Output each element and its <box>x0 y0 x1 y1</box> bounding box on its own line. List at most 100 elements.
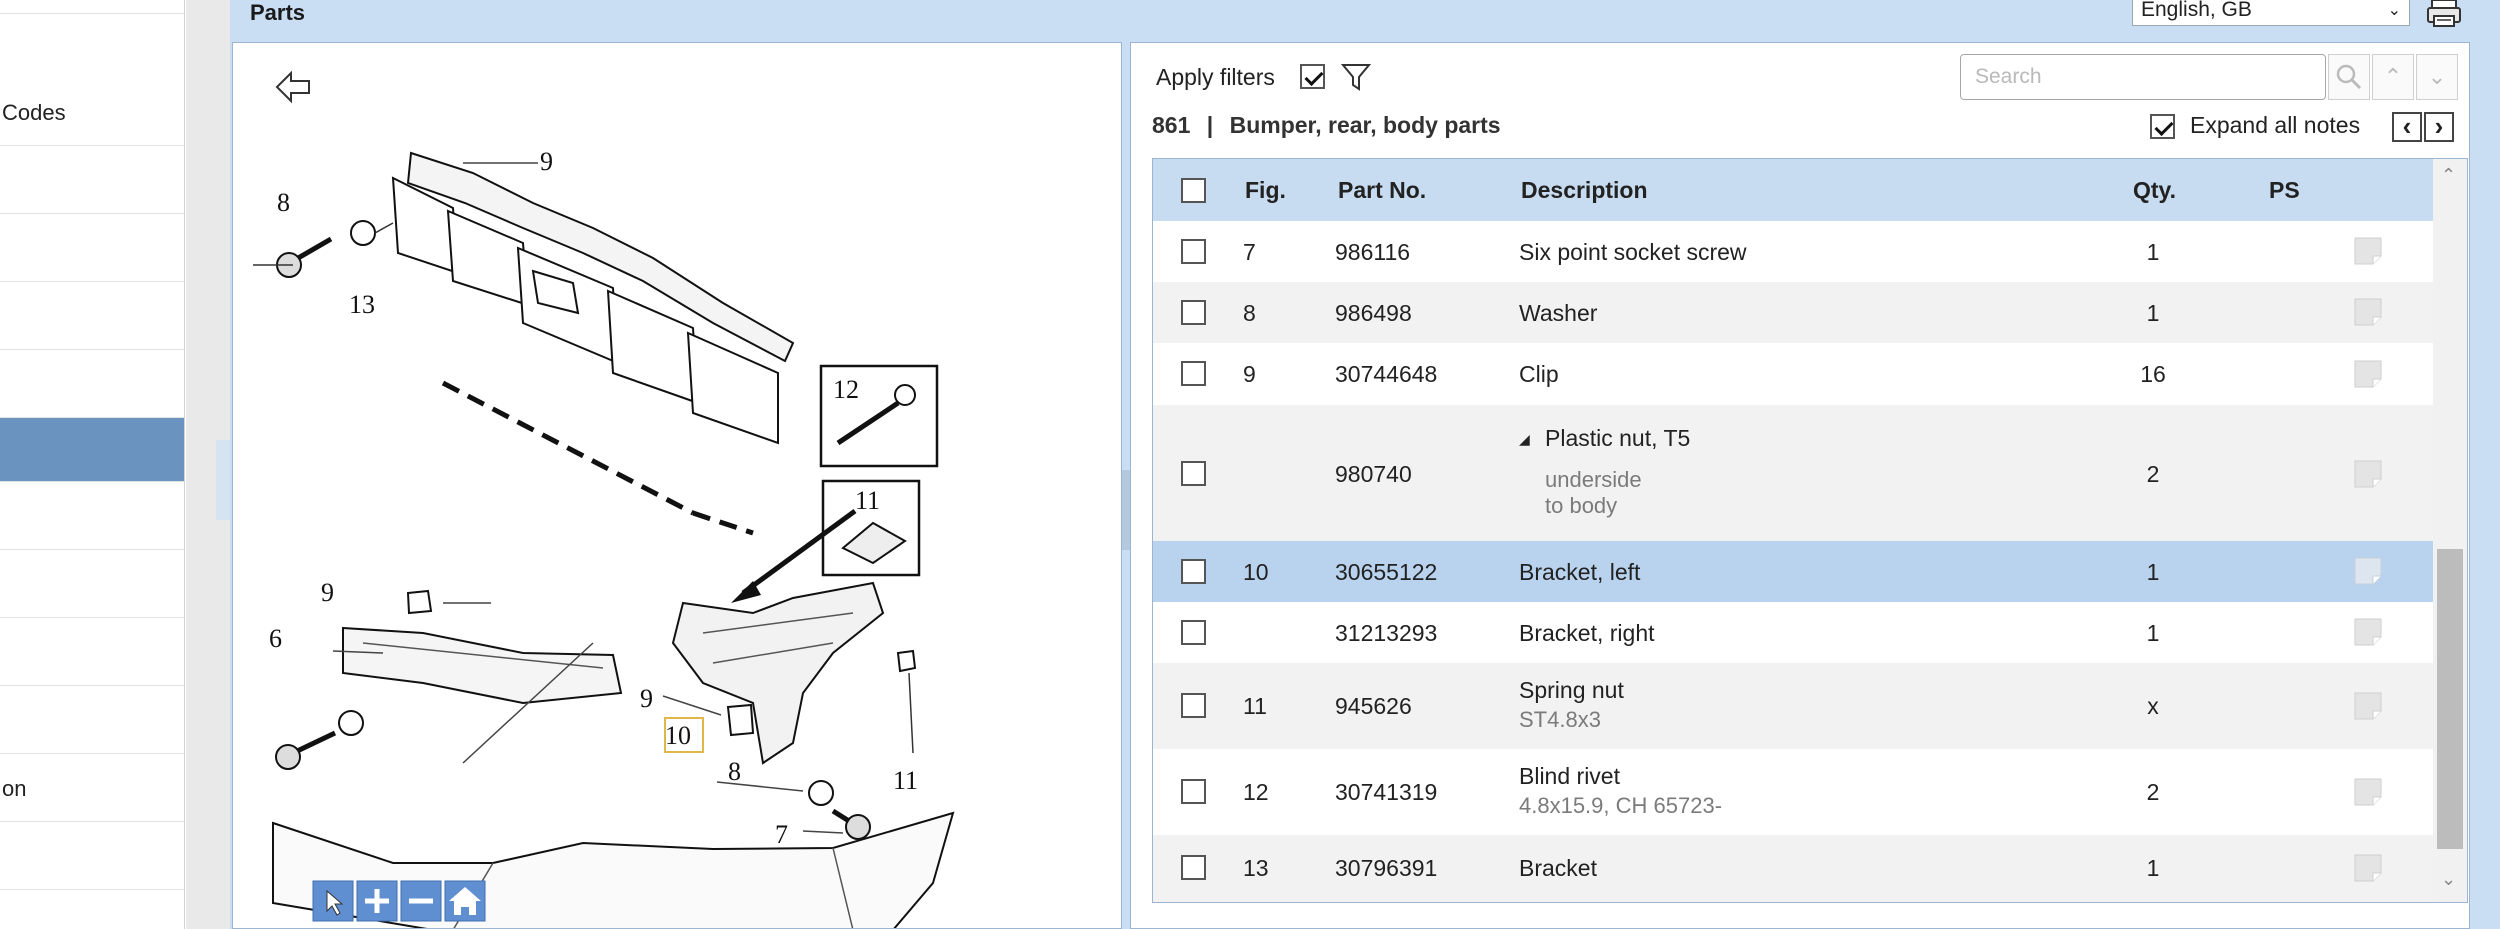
sidebar-item-on[interactable]: on <box>0 754 184 822</box>
zoom-in-button[interactable] <box>356 880 398 922</box>
table-row-selected[interactable]: 10 30655122 Bracket, left 1 <box>1153 541 2433 602</box>
note-icon[interactable] <box>2353 236 2383 266</box>
callout-11-inset[interactable]: 11 <box>855 486 880 515</box>
collapse-sidebar-handle[interactable] <box>216 440 230 520</box>
panel-title: Parts <box>250 0 306 25</box>
row-checkbox[interactable] <box>1181 239 1206 264</box>
search-icon <box>2336 64 2362 90</box>
row-checkbox[interactable] <box>1181 693 1206 718</box>
table-scrollbar[interactable]: ⌃ ⌄ <box>2433 159 2467 902</box>
row-part-number: 30655122 <box>1335 559 1438 585</box>
callout-11-right[interactable]: 11 <box>893 766 918 795</box>
printer-icon <box>2427 0 2461 27</box>
callout-8-lower[interactable]: 8 <box>728 757 741 786</box>
sidebar-item[interactable] <box>0 482 184 550</box>
column-header-description[interactable]: Description <box>1521 177 1648 204</box>
column-header-part-no[interactable]: Part No. <box>1338 177 1426 204</box>
callout-7[interactable]: 7 <box>775 820 788 849</box>
row-checkbox[interactable] <box>1181 559 1206 584</box>
column-header-qty[interactable]: Qty. <box>2133 177 2176 204</box>
sidebar-item-active[interactable] <box>0 418 184 482</box>
row-description: Clip <box>1519 361 1559 387</box>
row-checkbox[interactable] <box>1181 300 1206 325</box>
note-icon[interactable] <box>2353 617 2383 647</box>
table-row[interactable]: 12 30741319 Blind rivet 4.8x15.9, CH 657… <box>1153 749 2433 835</box>
row-description: Bracket, right <box>1519 620 1655 646</box>
table-row[interactable]: 13 30796391 Bracket 1 <box>1153 835 2433 902</box>
section-name: Bumper, rear, body parts <box>1229 112 1501 138</box>
sidebar-item[interactable] <box>0 618 184 686</box>
table-row[interactable]: 31213293 Bracket, right 1 <box>1153 602 2433 663</box>
row-checkbox[interactable] <box>1181 779 1206 804</box>
search-button[interactable] <box>2328 54 2370 100</box>
previous-section-button[interactable]: ‹ <box>2392 112 2422 142</box>
filter-button[interactable] <box>1340 62 1372 97</box>
row-checkbox[interactable] <box>1181 855 1206 880</box>
zoom-out-button[interactable] <box>400 880 442 922</box>
scroll-up-icon[interactable]: ⌃ <box>2441 165 2456 186</box>
table-row[interactable]: 9 30744648 Clip 16 <box>1153 343 2433 405</box>
search-next-button[interactable]: ⌄ <box>2416 54 2458 100</box>
back-arrow-icon[interactable] <box>275 70 310 104</box>
callout-13[interactable]: 13 <box>349 290 375 319</box>
language-select[interactable]: English, GB ⌄ <box>2132 0 2410 26</box>
row-checkbox[interactable] <box>1181 461 1206 486</box>
sidebar-item[interactable] <box>0 282 184 350</box>
note-icon[interactable] <box>2353 777 2383 807</box>
row-checkbox[interactable] <box>1181 361 1206 386</box>
search-input[interactable] <box>1960 54 2326 100</box>
note-icon[interactable] <box>2353 853 2383 883</box>
table-row[interactable]: 7 986116 Six point socket screw 1 <box>1153 221 2433 282</box>
parts-illustration: 9 8 13 12 11 9 6 9 10 8 7 11 <box>253 70 955 928</box>
scrollbar-thumb[interactable] <box>2437 549 2463 849</box>
sidebar-item[interactable] <box>0 146 184 214</box>
row-checkbox[interactable] <box>1181 620 1206 645</box>
sidebar-item-codes[interactable]: Codes <box>0 14 184 146</box>
row-part-number: 945626 <box>1335 693 1412 719</box>
callout-12[interactable]: 12 <box>833 375 859 404</box>
callout-9-top[interactable]: 9 <box>540 147 553 176</box>
note-icon[interactable] <box>2353 691 2383 721</box>
row-part-number: 30796391 <box>1335 855 1438 881</box>
collapse-triangle-icon[interactable]: ◢ <box>1519 431 1530 448</box>
sidebar-item-label: on <box>2 776 27 801</box>
home-view-button[interactable] <box>444 880 486 922</box>
row-part-number: 986116 <box>1335 239 1411 265</box>
callout-9-left[interactable]: 9 <box>321 578 334 607</box>
apply-filters-checkbox[interactable] <box>1300 64 1325 89</box>
sidebar-item[interactable] <box>0 350 184 418</box>
note-icon[interactable] <box>2353 359 2383 389</box>
sidebar-item[interactable] <box>0 822 184 890</box>
scroll-down-icon[interactable]: ⌄ <box>2441 869 2456 890</box>
expand-notes-checkbox[interactable] <box>2150 114 2175 139</box>
note-icon[interactable] <box>2353 297 2383 327</box>
select-tool-button[interactable] <box>312 880 354 922</box>
sidebar-item[interactable] <box>0 214 184 282</box>
left-sidebar: Codes on <box>0 0 185 929</box>
sidebar-item[interactable] <box>0 686 184 754</box>
callout-8-top[interactable]: 8 <box>277 188 290 217</box>
note-icon[interactable] <box>2353 556 2383 586</box>
row-note: 4.8x15.9, CH 65723- <box>1519 793 1723 818</box>
table-row[interactable]: 8 986498 Washer 1 <box>1153 282 2433 343</box>
select-all-checkbox[interactable] <box>1181 178 1206 203</box>
table-row[interactable]: 980740 ◢ Plastic nut, T5 underside to bo… <box>1153 405 2433 541</box>
chevron-down-icon: ⌄ <box>2387 2 2401 19</box>
column-header-fig[interactable]: Fig. <box>1245 177 1286 204</box>
next-section-button[interactable]: › <box>2424 112 2454 142</box>
search-previous-button[interactable]: ⌃ <box>2372 54 2414 100</box>
table-row[interactable]: 11 945626 Spring nut ST4.8x3 x <box>1153 663 2433 749</box>
note-icon[interactable] <box>2353 459 2383 489</box>
parts-table: Fig. Part No. Description Qty. PS 7 9861… <box>1152 158 2468 903</box>
sidebar-item[interactable] <box>0 550 184 618</box>
exploded-view-diagram: 9 8 13 12 11 9 6 9 10 8 7 11 <box>232 42 1122 929</box>
callout-10[interactable]: 10 <box>665 721 691 750</box>
sidebar-item[interactable] <box>0 0 184 14</box>
column-header-ps[interactable]: PS <box>2269 177 2300 204</box>
chevron-down-icon: ⌄ <box>2427 64 2447 89</box>
callout-6[interactable]: 6 <box>269 624 282 653</box>
callout-9-right[interactable]: 9 <box>640 684 653 713</box>
print-button[interactable] <box>2424 0 2464 28</box>
row-qty: 1 <box>2146 855 2160 881</box>
row-note: to body <box>1545 493 1618 518</box>
